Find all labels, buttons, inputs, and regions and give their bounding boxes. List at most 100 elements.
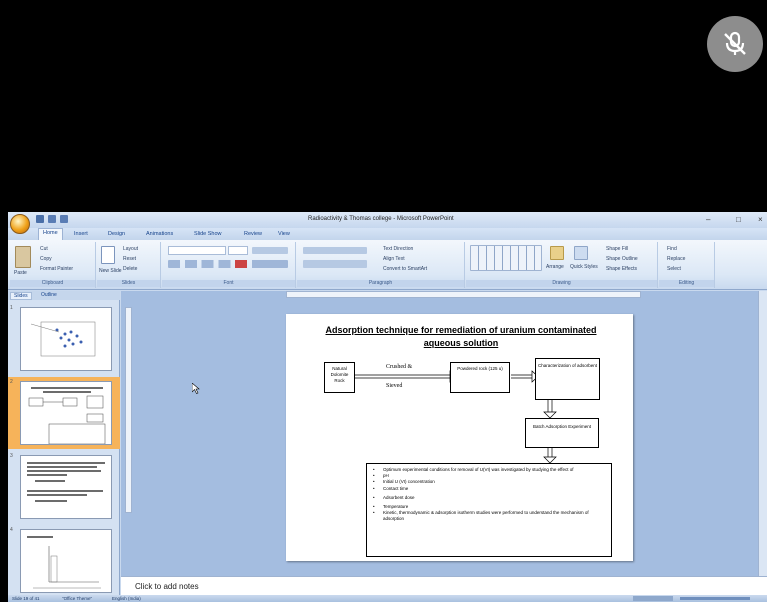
powerpoint-window: Radioactivity & Thomas college - Microso… [8,212,767,602]
characterization-box[interactable]: Characterization of adsorbent [535,358,600,400]
notes-placeholder: Click to add notes [135,582,199,591]
font-format-buttons[interactable] [168,260,288,268]
quick-styles-label[interactable]: Quick Styles [570,264,598,270]
new-slide-label[interactable]: New Slide [99,268,122,274]
alignment-buttons[interactable] [303,260,367,268]
thumbnail-preview [20,529,112,593]
slide-canvas[interactable]: Adsorption technique for remediation of … [286,314,633,561]
delete-button[interactable]: Delete [123,266,137,272]
pane-tabs: Slides Outline [8,291,120,300]
bullet-text: Kinetic, thermodynamic & adsorption isot… [383,510,589,522]
copy-button[interactable]: Copy [40,256,52,262]
drawing-group: Arrange Quick Styles Shape Fill Shape Ou… [466,242,658,288]
language-indicator: English (India) [112,596,141,601]
bullet-mark: • [373,485,375,491]
slide-thumbnail[interactable]: 1 [8,303,120,375]
reset-button[interactable]: Reset [123,256,136,262]
tab-slide-show[interactable]: Slide Show [190,230,226,238]
layout-button[interactable]: Layout [123,246,138,252]
tab-home[interactable]: Home [38,228,63,240]
replace-button[interactable]: Replace [667,256,685,262]
font-size-box[interactable] [228,246,248,255]
tab-slides[interactable]: Slides [10,292,32,300]
bullet-mark: • [373,510,375,516]
align-text-button[interactable]: Align Text [383,256,405,262]
zoom-slider[interactable] [680,597,750,600]
title-bar: Radioactivity & Thomas college - Microso… [8,212,767,228]
shape-effects-button[interactable]: Shape Effects [606,266,637,272]
select-button[interactable]: Select [667,266,681,272]
bullet-text: Temperature [383,504,409,510]
muted-mic-badge[interactable] [707,16,763,72]
clipboard-group-label: Clipboard [10,280,95,287]
font-group: Font [162,242,296,288]
ribbon-tabs: Home Insert Design Animations Slide Show… [8,228,767,240]
status-bar: Slide 19 of 41 "Office Theme" English (I… [8,595,767,602]
paste-icon[interactable] [15,246,31,268]
font-grow-shrink-icons[interactable] [252,247,288,254]
maximize-icon[interactable]: □ [736,215,741,224]
arrange-icon[interactable] [550,246,564,260]
tab-review[interactable]: Review [240,230,266,238]
format-painter-button[interactable]: Format Painter [40,266,73,272]
sieved-label: Sieved [386,383,403,389]
bullet-mark: • [373,494,375,500]
thumbnail-preview [20,381,112,445]
slide-thumbnail[interactable]: 3 [8,451,120,523]
slide-thumbnail[interactable]: 4 [8,525,120,597]
minimize-icon[interactable]: – [706,215,710,224]
video-frame: Radioactivity & Thomas college - Microso… [0,0,767,602]
ribbon: Paste Cut Copy Format Painter Clipboard … [8,240,767,290]
tab-animations[interactable]: Animations [142,230,177,238]
natural-dolomite-box[interactable]: Natural Dolomite Rock [324,362,355,393]
convert-smartart-button[interactable]: Convert to SmartArt [383,266,427,272]
paragraph-group-label: Paragraph [297,280,464,287]
window-title: Radioactivity & Thomas college - Microso… [308,216,454,222]
shape-outline-button[interactable]: Shape Outline [606,256,638,262]
paste-label[interactable]: Paste [14,270,27,276]
slide-number: 1 [10,305,13,311]
slide-thumbnail-selected[interactable]: 2 [8,377,120,449]
editing-group-label: Editing [659,280,714,287]
new-slide-icon[interactable] [101,246,115,264]
powdered-rock-box[interactable]: Powdered rock (125 u) [450,362,510,393]
quick-styles-icon[interactable] [574,246,588,260]
undo-icon[interactable] [48,215,56,223]
crushed-label: Crushed & [386,364,413,370]
slides-group: New Slide Layout Reset Delete Slides [97,242,161,288]
list-buttons[interactable] [303,247,367,254]
arrange-label[interactable]: Arrange [546,264,564,270]
drawing-group-label: Drawing [466,280,657,287]
tab-design[interactable]: Design [104,230,129,238]
tab-view[interactable]: View [274,230,294,238]
slide-number: 2 [10,379,13,385]
find-button[interactable]: Find [667,246,677,252]
batch-adsorption-box[interactable]: Batch Adsorption Experiment [525,418,599,448]
redo-icon[interactable] [60,215,68,223]
bullet-textbox[interactable]: • Optimum experimental conditions for rem… [366,463,612,557]
notes-pane[interactable]: Click to add notes [121,576,767,595]
vertical-scrollbar[interactable] [758,291,767,576]
cut-button[interactable]: Cut [40,246,48,252]
view-buttons[interactable] [633,596,673,601]
office-button[interactable] [10,214,30,234]
slide-counter: Slide 19 of 41 [12,596,40,601]
bullet-text: Adsorbent dose [383,494,415,500]
bullet-text: Contact time [383,485,409,491]
tab-insert[interactable]: Insert [70,230,92,238]
font-name-box[interactable] [168,246,226,255]
horizontal-ruler [286,291,641,298]
thumbnail-preview [20,455,112,519]
text-direction-button[interactable]: Text Direction [383,246,413,252]
microphone-off-icon [724,31,746,55]
bullet-text: Optimum experimental conditions for remo… [383,467,574,472]
bullet-text: pH [383,473,389,479]
shapes-gallery[interactable] [470,245,542,271]
slides-group-label: Slides [97,280,160,287]
close-icon[interactable]: × [758,215,763,224]
bullet-text: Initial U (VI) concentration [383,479,435,485]
tab-outline[interactable]: Outline [38,292,60,298]
save-icon[interactable] [36,215,44,223]
bullet-item: • Contact time [373,486,607,492]
shape-fill-button[interactable]: Shape Fill [606,246,628,252]
